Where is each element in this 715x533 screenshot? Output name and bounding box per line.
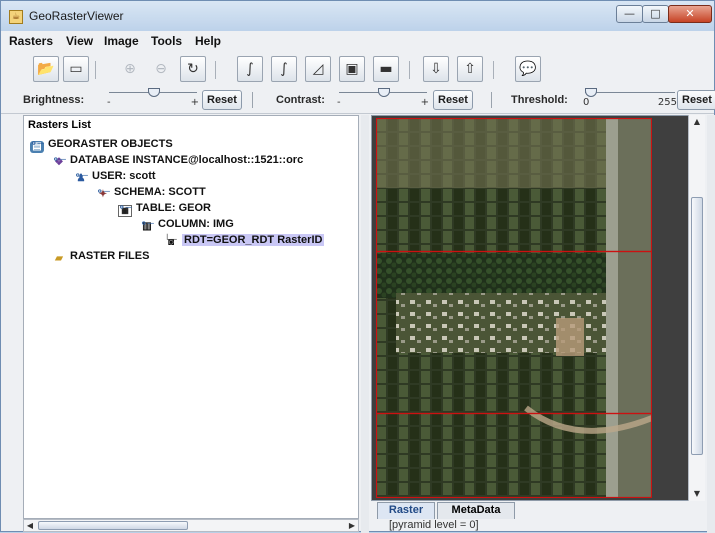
zoom-out-icon[interactable]: ⊖ (148, 56, 174, 82)
tree-node-db-instance[interactable]: ⚬─ ❖ DATABASE INSTANCE@localhost::1521::or… (52, 154, 303, 169)
tree-node-georaster-objects[interactable]: ⚬─ ▤ GEORASTER OBJECTS (30, 138, 173, 153)
tree-node-column[interactable]: ⚬─ ▥ COLUMN: IMG (140, 218, 234, 233)
tree-node-user[interactable]: ⚬─ ♟ USER: scott (74, 170, 156, 185)
import-icon[interactable]: ⇩ (423, 56, 449, 82)
menu-image[interactable]: Image (104, 34, 139, 48)
rasters-tree-pane: Rasters List ⚬─ ▤ GEORASTER OBJECTS ⚬─ ❖ DAT… (23, 115, 359, 519)
title-bar: ☕ GeoRasterViewer — □ ✕ (1, 1, 714, 31)
minimize-button[interactable]: — (616, 5, 643, 23)
tree-node-raster-files[interactable]: ▰ RASTER FILES (52, 250, 149, 265)
brightness-label: Brightness: (23, 94, 85, 106)
curve-alt-icon[interactable]: ∫ (271, 56, 297, 82)
threshold-label: Threshold: (511, 94, 568, 106)
scroll-thumb[interactable] (38, 521, 188, 530)
threshold-slider[interactable]: 0 255 (583, 88, 677, 109)
java-cup-icon: ☕ (9, 10, 23, 24)
raster-scroll-thumb[interactable] (691, 197, 703, 455)
menu-tools[interactable]: Tools (151, 34, 182, 48)
tree-horizontal-scrollbar[interactable]: ◀ ▶ (23, 519, 359, 532)
raster-view-pane (371, 115, 705, 501)
adjustment-bar: Brightness: - + Reset Contrast: - + Rese… (1, 87, 715, 114)
toolbar: 📂 ▭ ⊕ ⊖ ↻ ∫ ∫ ◿ ▣ ▬ ⇩ ⇧ 💬 (1, 53, 714, 88)
info-bubble-icon[interactable]: 💬 (515, 56, 541, 82)
tree-node-raster-rdt[interactable]: └─ ◙ RDT=GEOR_RDT RasterID (164, 234, 325, 249)
contrast-reset-button[interactable]: Reset (433, 90, 473, 110)
export-icon[interactable]: ⇧ (457, 56, 483, 82)
image-alt-icon[interactable]: ▬ (373, 56, 399, 82)
pan-icon[interactable]: ↻ (180, 56, 206, 82)
close-button[interactable]: ✕ (668, 5, 712, 23)
maximize-button[interactable]: □ (642, 5, 669, 23)
histogram-icon[interactable]: ◿ (305, 56, 331, 82)
menu-help[interactable]: Help (195, 34, 221, 48)
brightness-slider-thumb[interactable] (148, 88, 160, 97)
raster-vertical-scrollbar[interactable]: ▲ ▼ (688, 115, 705, 501)
open-file-icon[interactable]: ▭ (63, 56, 89, 82)
menu-view[interactable]: View (66, 34, 93, 48)
tree-title: Rasters List (28, 119, 91, 131)
contrast-slider-thumb[interactable] (378, 88, 390, 97)
pane-splitter-left[interactable] (361, 115, 369, 533)
scroll-right-arrow-icon[interactable]: ▶ (346, 520, 358, 531)
status-pyramid-level: [pyramid level = 0] (389, 519, 479, 531)
scroll-left-arrow-icon[interactable]: ◀ (24, 520, 36, 531)
image-view-icon[interactable]: ▣ (339, 56, 365, 82)
scroll-down-arrow-icon[interactable]: ▼ (689, 487, 705, 501)
window-title: GeoRasterViewer (29, 9, 124, 23)
zoom-in-icon[interactable]: ⊕ (117, 56, 143, 82)
folder-icon: ▰ (55, 253, 63, 264)
contrast-label: Contrast: (276, 94, 325, 106)
tab-raster[interactable]: Raster (377, 502, 435, 519)
tree-node-schema[interactable]: ⚬─ ✦ SCHEMA: SCOTT (96, 186, 206, 201)
curve-icon[interactable]: ∫ (237, 56, 263, 82)
pane-splitter-right[interactable] (707, 115, 715, 533)
brightness-reset-button[interactable]: Reset (202, 90, 242, 110)
tab-metadata[interactable]: MetaData (437, 502, 515, 519)
tree-node-table[interactable]: ⚬─ ▦ TABLE: GEOR (118, 202, 211, 217)
app-window: ☕ GeoRasterViewer — □ ✕ Rasters View Ima… (0, 0, 715, 533)
contrast-slider[interactable]: - + (337, 88, 429, 109)
menu-bar: Rasters View Image Tools Help (1, 31, 714, 51)
menu-rasters[interactable]: Rasters (9, 34, 53, 48)
scroll-up-arrow-icon[interactable]: ▲ (689, 115, 705, 129)
brightness-slider[interactable]: - + (107, 88, 199, 109)
threshold-reset-button[interactable]: Reset (677, 90, 715, 110)
open-folder-icon[interactable]: 📂 (33, 56, 59, 82)
threshold-slider-thumb[interactable] (585, 88, 597, 97)
raster-image[interactable] (376, 118, 652, 498)
